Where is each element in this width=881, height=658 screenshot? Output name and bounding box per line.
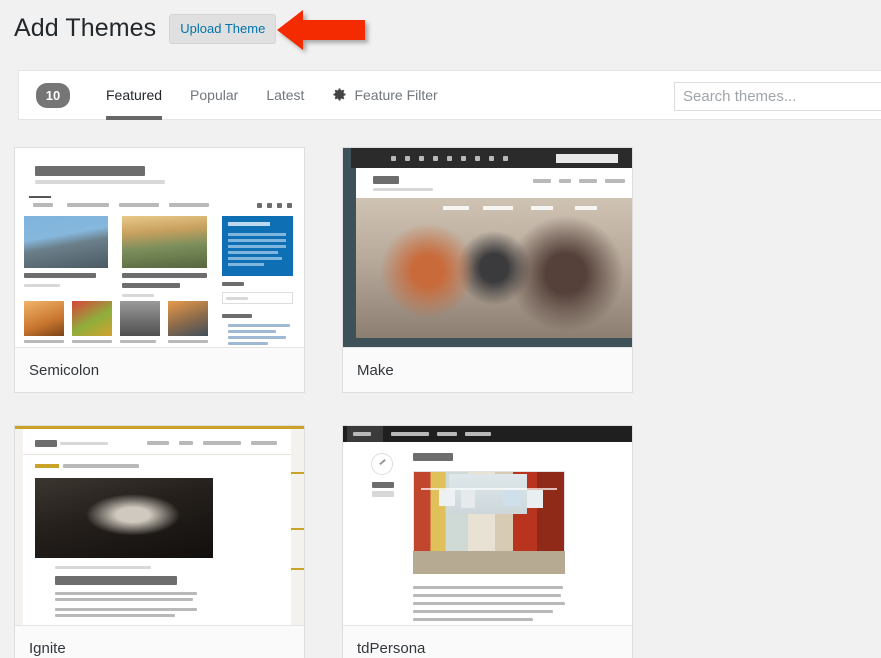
theme-count-badge: 10 [36,82,70,108]
tab-feature-filter[interactable]: Feature Filter [318,70,451,120]
theme-card-semicolon[interactable]: Semicolon [14,147,305,393]
page-header: Add Themes Upload Theme [0,0,881,57]
theme-footer-semicolon: Semicolon [15,347,304,392]
theme-name-make: Make [357,361,394,379]
tab-popular[interactable]: Popular [176,70,252,120]
search-themes-wrap [674,82,881,111]
theme-filter-bar: 10 Featured Popular Latest Feature Filte… [18,70,881,120]
theme-card-make[interactable]: Make [342,147,633,393]
tab-popular-label: Popular [190,87,239,103]
gear-icon [332,87,347,104]
theme-footer-ignite: Ignite [15,625,304,658]
theme-grid: Semicolon Make Ignite tdPersona [14,147,881,658]
theme-name-ignite: Ignite [29,639,66,657]
tab-latest-label: Latest [266,87,305,103]
theme-install-screen: Add Themes Upload Theme 10 Featured Popu… [0,0,881,658]
upload-theme-button[interactable]: Upload Theme [169,13,277,44]
theme-screenshot-semicolon [15,148,304,347]
theme-footer-make: Make [343,347,632,392]
search-themes-input[interactable] [674,82,881,111]
theme-screenshot-ignite [15,426,304,625]
theme-card-tdpersona[interactable]: tdPersona [342,425,633,658]
theme-footer-tdpersona: tdPersona [343,625,632,658]
theme-card-ignite[interactable]: Ignite [14,425,305,658]
feature-filter-label: Feature Filter [354,87,438,103]
theme-screenshot-tdpersona [343,426,632,625]
theme-tabs: Featured Popular Latest Feature Filter [92,70,452,120]
theme-name-tdpersona: tdPersona [357,639,426,657]
tab-latest[interactable]: Latest [252,70,318,120]
tab-featured-label: Featured [106,87,163,103]
theme-name-semicolon: Semicolon [29,361,100,379]
theme-screenshot-make [343,148,632,347]
tab-featured[interactable]: Featured [92,70,176,120]
page-title: Add Themes [14,14,157,42]
